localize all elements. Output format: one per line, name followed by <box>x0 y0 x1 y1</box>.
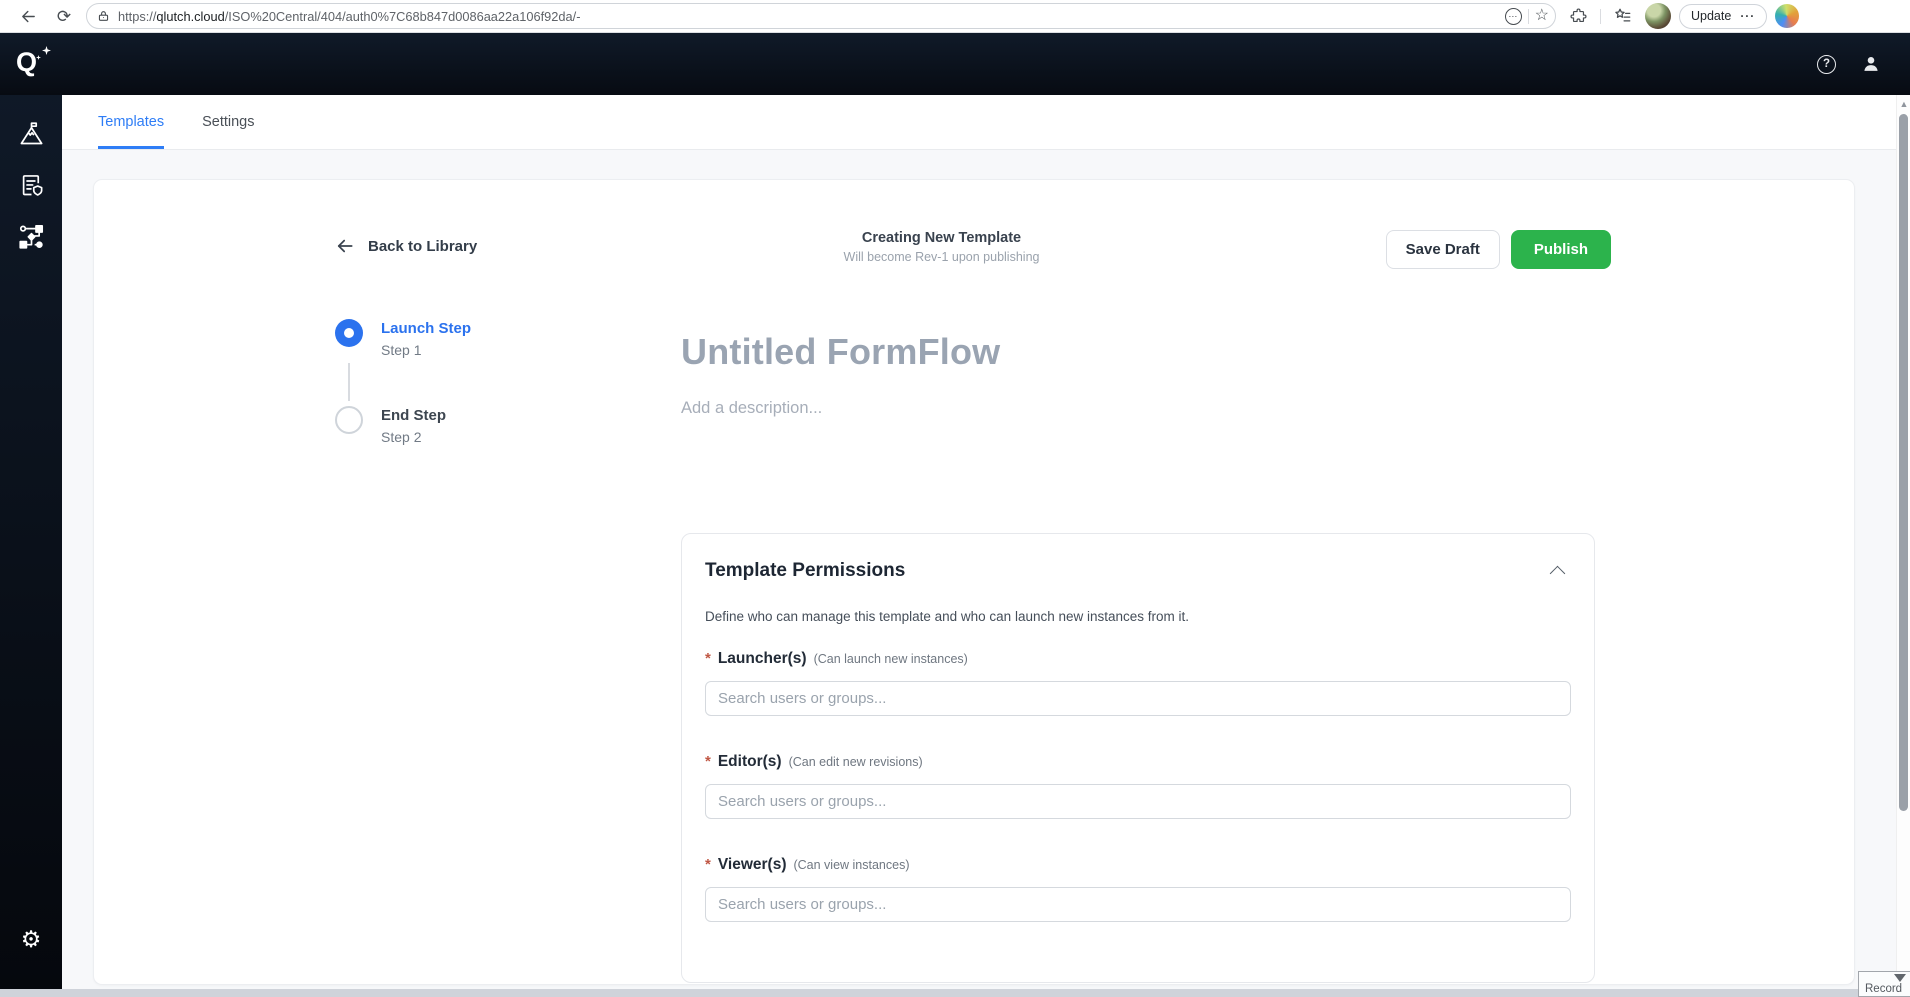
page-tabbar: Templates Settings <box>62 95 1896 150</box>
divider <box>1600 9 1601 24</box>
permissions-title: Template Permissions <box>705 560 905 582</box>
viewers-field-group: * Viewer(s) (Can view instances) <box>705 856 1571 922</box>
template-description-input[interactable]: Add a description... <box>681 399 1000 418</box>
main-content: Back to Library Creating New Template Wi… <box>62 150 1896 989</box>
mountain-flag-icon <box>18 121 45 148</box>
editors-hint: (Can edit new revisions) <box>789 755 923 769</box>
launchers-hint: (Can launch new instances) <box>814 652 968 666</box>
url-text[interactable]: https://qlutch.cloud/ISO%20Central/404/a… <box>118 9 1497 24</box>
document-shield-icon <box>18 172 45 199</box>
help-button[interactable]: ? <box>1817 55 1836 74</box>
url-host: qlutch.cloud <box>156 9 224 24</box>
required-marker: * <box>705 650 711 667</box>
template-permissions-section: Template Permissions Define who can mana… <box>681 533 1595 983</box>
divider <box>1528 9 1529 24</box>
template-title-input[interactable]: Untitled FormFlow <box>681 331 1000 373</box>
app-sidebar: ⚙ <box>0 33 62 989</box>
sidebar-item-documents[interactable] <box>14 170 48 200</box>
step-active-icon <box>335 319 363 347</box>
step-item-end[interactable]: End Step Step 2 <box>335 406 471 445</box>
sidebar-item-milestones[interactable] <box>14 119 48 149</box>
scroll-up-arrow-icon[interactable]: ▲ <box>1897 99 1910 109</box>
triangle-down-icon <box>1894 974 1906 982</box>
browser-refresh-button[interactable]: ⟳ <box>50 3 78 29</box>
address-bar[interactable]: https://qlutch.cloud/ISO%20Central/404/a… <box>86 3 1556 29</box>
workflow-icon <box>18 223 45 250</box>
sidebar-item-settings[interactable]: ⚙ <box>0 926 62 953</box>
back-link-label: Back to Library <box>368 238 477 255</box>
step-idle-icon <box>335 406 363 434</box>
browser-back-button[interactable] <box>14 3 42 29</box>
user-account-button[interactable] <box>1860 53 1882 75</box>
vertical-scrollbar-thumb[interactable] <box>1899 114 1908 811</box>
refresh-icon: ⟳ <box>57 8 71 25</box>
step-item-launch[interactable]: Launch Step Step 1 <box>335 319 471 358</box>
template-editor-card: Back to Library Creating New Template Wi… <box>93 179 1855 985</box>
editors-label: Editor(s) <box>718 753 782 771</box>
vertical-scrollbar[interactable]: ▲ <box>1896 95 1910 989</box>
required-marker: * <box>705 753 711 770</box>
browser-update-menu-button[interactable]: Update ··· <box>1679 4 1767 29</box>
more-options-icon: ··· <box>1740 9 1755 23</box>
back-arrow-icon <box>335 236 355 256</box>
permissions-description: Define who can manage this template and … <box>705 609 1571 624</box>
step-sub: Step 1 <box>381 342 471 358</box>
back-to-library-link[interactable]: Back to Library <box>335 236 477 256</box>
save-draft-button[interactable]: Save Draft <box>1386 230 1500 269</box>
logo-letter: Q <box>16 47 37 78</box>
sidebar-item-workflows[interactable] <box>14 221 48 251</box>
editor-subtitle: Will become Rev-1 upon publishing <box>829 250 1054 264</box>
update-label: Update <box>1691 9 1731 23</box>
tab-templates[interactable]: Templates <box>98 95 164 149</box>
browser-favorites-button[interactable] <box>1609 3 1637 29</box>
step-connector <box>348 363 350 401</box>
horizontal-scrollbar[interactable] <box>0 989 1910 997</box>
launchers-label: Launcher(s) <box>718 650 807 668</box>
step-name: Launch Step <box>381 320 471 337</box>
viewers-label: Viewer(s) <box>718 856 787 874</box>
launchers-field-group: * Launcher(s) (Can launch new instances) <box>705 650 1571 716</box>
required-marker: * <box>705 856 711 873</box>
copilot-icon[interactable] <box>1775 4 1799 28</box>
lock-icon <box>97 9 110 23</box>
tab-settings[interactable]: Settings <box>202 95 254 149</box>
gear-icon: ⚙ <box>21 926 42 953</box>
favorite-star-icon[interactable]: ☆ <box>1535 8 1549 24</box>
app-header: Q ? <box>0 33 1910 95</box>
browser-toolbar: ⟳ https://qlutch.cloud/ISO%20Central/404… <box>0 0 1910 33</box>
sparkle-icon <box>42 46 51 55</box>
help-icon: ? <box>1823 58 1830 70</box>
editors-field-group: * Editor(s) (Can edit new revisions) <box>705 753 1571 819</box>
step-name: End Step <box>381 407 446 424</box>
qlutch-logo-icon[interactable]: Q <box>13 44 53 84</box>
url-scheme: https:// <box>118 9 156 24</box>
record-indicator[interactable]: Record <box>1858 971 1910 997</box>
viewers-hint: (Can view instances) <box>793 858 909 872</box>
browser-profile-avatar[interactable] <box>1645 3 1671 29</box>
back-arrow-icon <box>20 8 37 25</box>
url-path: /ISO%20Central/404/auth0%7C68b847d0086aa… <box>225 9 581 24</box>
viewers-search-input[interactable] <box>705 887 1571 922</box>
puzzle-icon <box>1570 8 1587 25</box>
reading-mode-icon[interactable]: ⋯ <box>1505 8 1522 25</box>
favorites-list-icon <box>1614 7 1632 25</box>
editor-title: Creating New Template <box>829 230 1054 246</box>
publish-button[interactable]: Publish <box>1511 230 1611 269</box>
editors-search-input[interactable] <box>705 784 1571 819</box>
browser-extensions-button[interactable] <box>1564 3 1592 29</box>
editor-status: Creating New Template Will become Rev-1 … <box>829 230 1054 264</box>
step-navigator: Launch Step Step 1 End Step Step 2 <box>335 319 471 445</box>
record-label: Record <box>1865 983 1902 995</box>
user-icon <box>1868 57 1875 64</box>
chevron-up-icon[interactable] <box>1550 566 1566 582</box>
step-sub: Step 2 <box>381 429 446 445</box>
launchers-search-input[interactable] <box>705 681 1571 716</box>
